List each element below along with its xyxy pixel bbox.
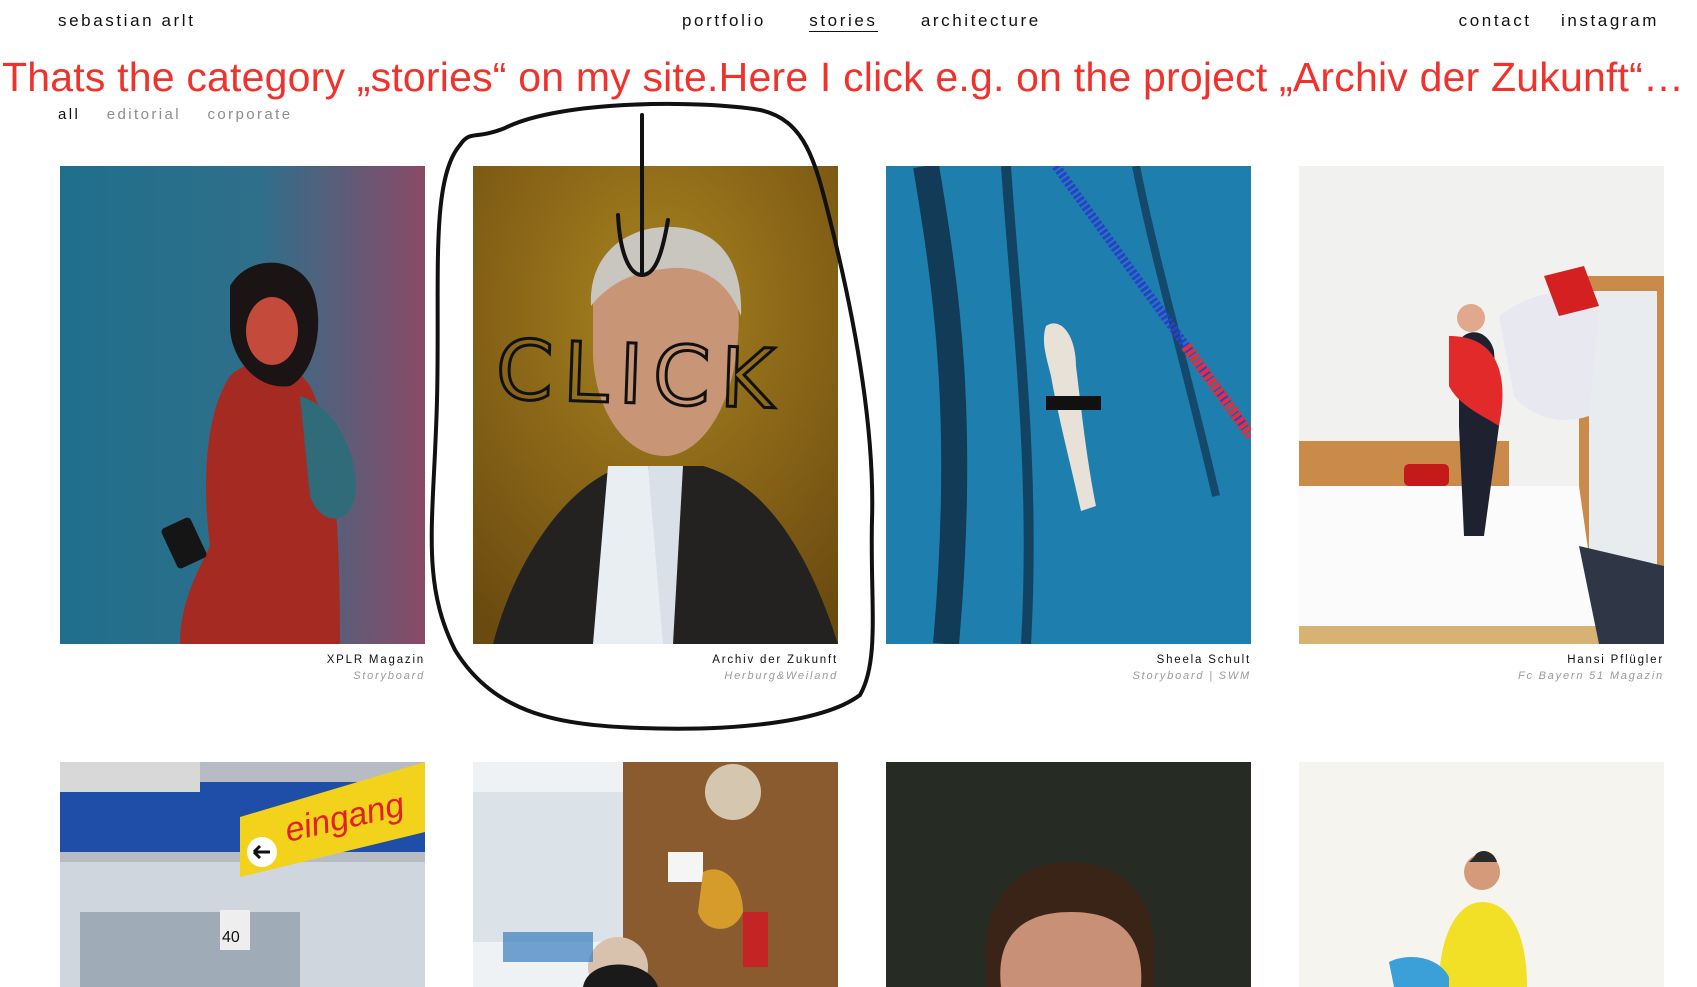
project-subtitle: Storyboard — [353, 670, 425, 682]
nav-portfolio[interactable]: portfolio — [682, 11, 766, 30]
project-photo[interactable] — [473, 166, 838, 644]
project-photo[interactable] — [473, 762, 838, 987]
project-title[interactable]: Archiv der Zukunft — [473, 654, 838, 666]
site-header: sebastian arlt portfolio stories archite… — [0, 0, 1697, 44]
project-photo[interactable] — [886, 166, 1251, 644]
nav-contact[interactable]: contact — [1459, 11, 1532, 30]
project-title[interactable]: Hansi Pflügler — [1299, 654, 1664, 666]
project-photo[interactable] — [1299, 762, 1664, 987]
project-photo[interactable] — [1299, 166, 1664, 644]
site-brand-link[interactable]: sebastian arlt — [58, 11, 196, 31]
nav-architecture[interactable]: architecture — [921, 11, 1041, 30]
annotation-caption: Thats the category „stories“ on my site.… — [2, 54, 1685, 100]
filter-corporate[interactable]: corporate — [208, 106, 293, 123]
category-filters: all editorial corporate — [58, 106, 313, 123]
secondary-nav: contact instagram — [1437, 11, 1659, 31]
project-subtitle: Herburg&Weiland — [724, 670, 838, 682]
nav-instagram[interactable]: instagram — [1561, 11, 1659, 30]
nav-stories[interactable]: stories — [809, 11, 878, 32]
project-photo[interactable] — [60, 166, 425, 644]
project-photo[interactable] — [886, 762, 1251, 987]
price-tag: 40 — [222, 929, 240, 946]
filter-editorial[interactable]: editorial — [107, 106, 181, 123]
project-photo[interactable]: eingang 40 — [60, 762, 425, 987]
project-title[interactable]: Sheela Schult — [886, 654, 1251, 666]
main-nav: portfolio stories architecture — [682, 11, 1077, 32]
project-subtitle: Fc Bayern 51 Magazin — [1517, 670, 1664, 682]
filter-all[interactable]: all — [58, 106, 80, 123]
project-subtitle: Storyboard | SWM — [1132, 670, 1251, 682]
project-title[interactable]: XPLR Magazin — [60, 654, 425, 666]
